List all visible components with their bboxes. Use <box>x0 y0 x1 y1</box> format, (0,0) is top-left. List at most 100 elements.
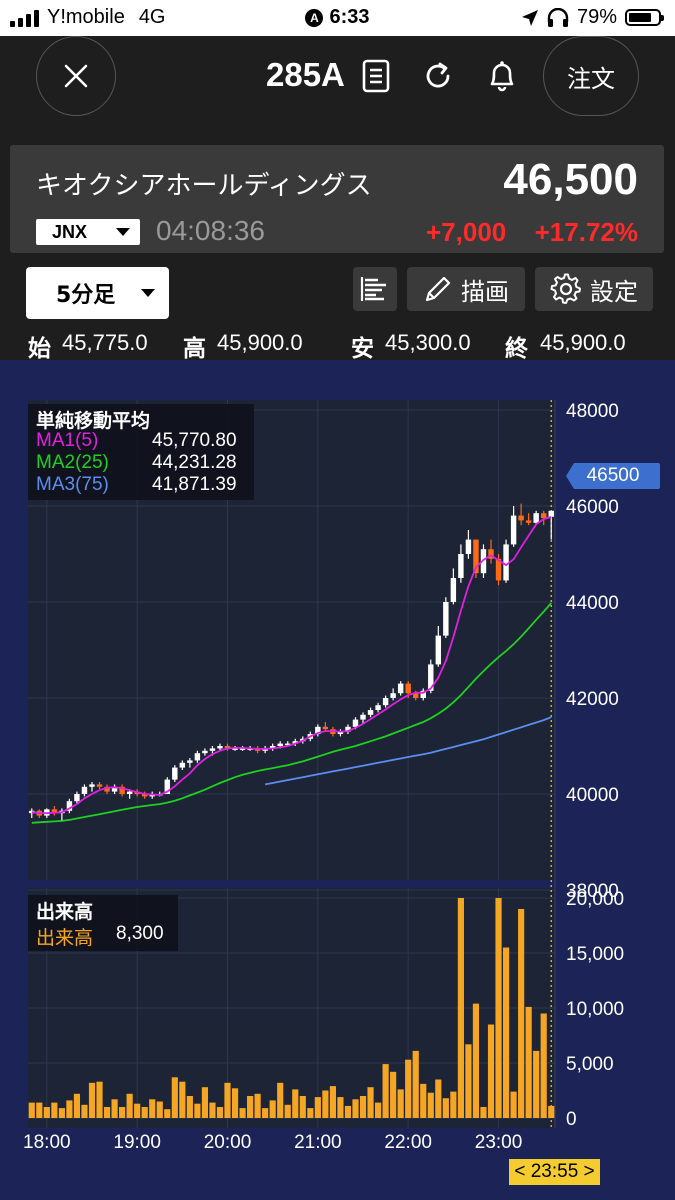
volume-tick-label: 10,000 <box>566 999 624 1020</box>
alert-button[interactable] <box>484 56 520 96</box>
volume-value: 8,300 <box>116 923 164 944</box>
volume-bar <box>28 1102 35 1118</box>
volume-bar <box>442 1098 449 1118</box>
open-label: 始 <box>28 336 51 362</box>
volume-bar <box>43 1107 50 1118</box>
last-price-tag: 46500 <box>566 463 660 489</box>
volume-legend-title: 出来高 <box>36 901 94 923</box>
ma3-label: MA3(75) <box>36 474 109 495</box>
volume-bar <box>269 1100 276 1118</box>
ohlc-row: 始 45,775.0 高 45,900.0 安 45,300.0 終 45,90… <box>0 326 675 362</box>
volume-bar <box>186 1096 193 1118</box>
volume-bar <box>231 1088 239 1118</box>
close-button[interactable] <box>36 36 116 116</box>
volume-bar <box>88 1082 96 1118</box>
close-label: 終 <box>505 336 528 362</box>
candle-down <box>525 520 532 523</box>
low-value: 45,300.0 <box>385 330 471 355</box>
battery-level <box>629 13 652 22</box>
chart-area[interactable]: 48000 46000 44000 42000 40000 38000 20,000 15,0… <box>0 360 675 1200</box>
volume-bar <box>171 1077 178 1118</box>
volume-bar <box>58 1108 65 1118</box>
candle-down <box>405 683 411 694</box>
volume-bar <box>216 1107 224 1118</box>
volume-bar <box>254 1093 261 1118</box>
volume-bar <box>262 1108 269 1118</box>
volume-bar <box>450 1091 457 1118</box>
draw-button[interactable]: 描画 <box>407 267 525 311</box>
volume-bar <box>277 1082 284 1118</box>
ma1-value: 45,770.80 <box>152 430 237 451</box>
volume-bar <box>299 1096 306 1118</box>
market-select[interactable]: JNX <box>36 219 140 245</box>
cursor-time-tag[interactable]: < 23:55 > <box>509 1159 600 1185</box>
volume-tick-label: 15,000 <box>566 944 624 965</box>
quote-time: 04:08:36 <box>156 215 265 246</box>
interval-select[interactable]: 5分足 <box>26 267 169 319</box>
candle-up <box>533 513 539 523</box>
time-tick-label: 21:00 <box>294 1132 342 1153</box>
volume-bar <box>66 1100 73 1118</box>
pencil-icon <box>425 276 451 302</box>
volume-bar <box>81 1104 88 1118</box>
volume-bar <box>314 1097 321 1118</box>
volume-bar <box>111 1099 118 1118</box>
document-button[interactable] <box>358 56 394 96</box>
close-icon <box>64 64 88 88</box>
time-tick-label: 18:00 <box>23 1132 71 1153</box>
volume-tick-label: 0 <box>566 1109 577 1130</box>
document-icon <box>362 59 390 93</box>
candle-up <box>194 753 201 761</box>
time-tick-label: 23:00 <box>475 1132 523 1153</box>
ticker-symbol: 285A <box>266 56 345 93</box>
volume-bar <box>103 1107 111 1118</box>
volume-tick-label: 20,000 <box>566 889 624 910</box>
price-change: +7,000 <box>426 217 507 247</box>
candle-up <box>172 767 178 780</box>
candle-up <box>352 719 359 727</box>
volume-bar <box>359 1096 367 1118</box>
caret-down-icon <box>116 228 130 236</box>
volume-bar <box>322 1090 329 1118</box>
candle-up <box>360 714 366 720</box>
time-tick-label: 19:00 <box>113 1132 161 1153</box>
volume-bar <box>194 1103 201 1118</box>
volume-bar <box>487 1024 495 1118</box>
current-price: 46,500 <box>503 155 638 204</box>
volume-bar <box>533 1050 540 1118</box>
candle-up <box>217 746 223 749</box>
volume-bar <box>548 1105 555 1118</box>
company-name: キオクシアホールディングス <box>36 171 372 201</box>
ma2-label: MA2(25) <box>36 452 109 473</box>
ma3-value: 41,871.39 <box>152 474 237 495</box>
screen-time-icon: A <box>305 9 324 27</box>
volume-bar <box>480 1107 487 1118</box>
volume-bar <box>284 1104 291 1118</box>
refresh-button[interactable] <box>420 56 456 96</box>
volume-bar <box>352 1099 359 1118</box>
volume-label: 出来高 <box>36 927 94 949</box>
quote-card: キオクシアホールディングス 46,500 JNX 04:08:36 +7,000… <box>10 145 664 253</box>
candle-up <box>443 602 449 636</box>
time-tick-label: 22:00 <box>384 1132 432 1153</box>
settings-button[interactable]: 設定 <box>535 267 653 311</box>
candle-up <box>382 698 389 706</box>
headphones-icon <box>547 7 569 27</box>
order-button[interactable]: 注文 <box>543 36 639 116</box>
price-tick-label: 40000 <box>566 785 619 806</box>
battery-percent: 79% <box>576 6 617 28</box>
candle-up <box>465 539 472 554</box>
candle-down <box>96 784 103 787</box>
volume-bar <box>179 1081 186 1118</box>
candle-up <box>375 705 381 710</box>
candle-up <box>450 578 457 602</box>
volume-bar <box>247 1096 254 1118</box>
volume-bar <box>239 1108 246 1118</box>
order-book-button[interactable] <box>353 267 397 311</box>
volume-bar <box>141 1107 148 1118</box>
candle-up <box>390 693 396 698</box>
volume-bar <box>126 1093 133 1118</box>
volume-bar <box>518 909 525 1118</box>
ma-legend-title: 単純移動平均 <box>36 410 151 432</box>
candle-up <box>548 510 554 517</box>
